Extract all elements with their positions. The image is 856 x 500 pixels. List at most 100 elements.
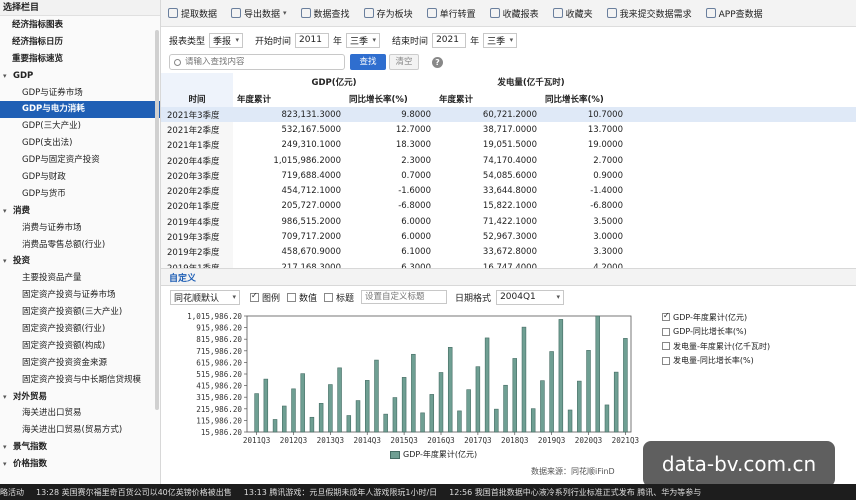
- values-checkbox[interactable]: [287, 292, 297, 302]
- sidebar-item[interactable]: 固定资产投资与证券市场: [0, 287, 160, 304]
- sidebar-item[interactable]: 固定资产投资与中长期信贷规模: [0, 372, 160, 389]
- values-toggle[interactable]: 数值: [287, 291, 317, 304]
- toolbar-button[interactable]: 单行转置: [420, 3, 483, 23]
- sidebar-category[interactable]: ▾ 景气指数: [0, 439, 160, 456]
- collapse-arrow-icon[interactable]: ▾: [3, 68, 13, 85]
- sidebar-item[interactable]: 海关进出口贸易(贸易方式): [0, 422, 160, 439]
- series-checkbox[interactable]: [662, 311, 670, 322]
- series-checkbox[interactable]: [662, 342, 670, 351]
- ticker-item[interactable]: 12:56 我国首批数据中心液冷系列行业标准正式发布 腾讯、华为等参与: [449, 487, 701, 498]
- search-button[interactable]: 查找: [350, 54, 386, 70]
- title-checkbox[interactable]: [324, 292, 334, 302]
- sidebar-category[interactable]: ▾ GDP: [0, 68, 160, 85]
- toolbar-button[interactable]: 导出数据 ▾: [224, 3, 294, 23]
- filter-bar: 报表类型 季报 ▾ 开始时间 2011 年 三季 ▾ 结束时间 2021 年 三季 ▾: [161, 28, 856, 52]
- toolbar-button[interactable]: 存为板块: [357, 3, 420, 23]
- column-header-gdp-yoy[interactable]: 同比增长率(%): [345, 90, 435, 107]
- sidebar-item[interactable]: GDP与货币: [0, 186, 160, 203]
- sidebar-item[interactable]: 固定资产投资资金来源: [0, 355, 160, 372]
- series-toggle[interactable]: 发电量-年度累计(亿千瓦时): [662, 339, 852, 354]
- column-header-gdp-cumulative[interactable]: 年度累计: [233, 90, 345, 107]
- series-toggle[interactable]: GDP-年度累计(亿元): [662, 310, 852, 325]
- sidebar-item[interactable]: 固定资产投资额(行业): [0, 321, 160, 338]
- table-row[interactable]: 2020年2季度 454,712.1000 -1.6000 33,644.8000 -1…: [161, 183, 856, 199]
- toolbar-button[interactable]: 提取数据: [161, 3, 224, 23]
- column-header-time[interactable]: 时间: [161, 90, 233, 107]
- table-row[interactable]: 2019年3季度 709,717.2000 6.0000 52,967.3000 3.0…: [161, 229, 856, 245]
- table-row[interactable]: 2020年3季度 719,688.4000 0.7000 54,085.6000 0.9…: [161, 168, 856, 184]
- column-header-power-yoy[interactable]: 同比增长率(%): [541, 90, 627, 107]
- sidebar-category[interactable]: ▾ 投资: [0, 253, 160, 270]
- sidebar-category[interactable]: ▾ 价格指数: [0, 456, 160, 473]
- collapse-arrow-icon[interactable]: ▾: [3, 439, 13, 456]
- table-row[interactable]: 2020年4季度 1,015,986.2000 2.3000 74,170.4000 2…: [161, 152, 856, 169]
- end-year-input[interactable]: 2021: [432, 32, 467, 48]
- date-format-select[interactable]: 2004Q1 ▾: [496, 289, 565, 305]
- ticker-item[interactable]: 13:28 英国赛尔福里奇百货公司以40亿英镑价格被出售: [36, 487, 232, 498]
- sidebar-item[interactable]: 固定资产投资额(构成): [0, 338, 160, 355]
- table-row[interactable]: 2019年4季度 986,515.2000 6.0000 71,422.1000 3.5…: [161, 214, 856, 230]
- legend-toggle[interactable]: 图例: [250, 291, 280, 304]
- table-cell: 38,717.0000: [482, 124, 537, 135]
- sidebar-item[interactable]: GDP与财政: [0, 169, 160, 186]
- sidebar-item[interactable]: 海关进出口贸易: [0, 405, 160, 422]
- series-checkbox[interactable]: [662, 356, 670, 365]
- sidebar-item[interactable]: 主要投资品产量: [0, 270, 160, 287]
- collapse-arrow-icon[interactable]: ▾: [3, 203, 13, 220]
- sidebar-item[interactable]: 消费与证券市场: [0, 220, 160, 237]
- legend-checkbox[interactable]: [250, 291, 259, 302]
- search-box[interactable]: [169, 54, 345, 70]
- sidebar-item[interactable]: GDP与电力消耗: [0, 101, 160, 119]
- series-toggle[interactable]: 发电量-同比增长率(%): [662, 354, 852, 369]
- bar: [567, 409, 573, 433]
- sidebar-item[interactable]: GDP(三大产业): [0, 118, 160, 135]
- table-row[interactable]: 2019年2季度 458,670.9000 6.1000 33,672.8000 3.3…: [161, 244, 856, 260]
- toolbar-button[interactable]: APP查数据: [699, 3, 770, 23]
- sidebar-item-label: 对外贸易: [13, 391, 48, 402]
- toolbar-button[interactable]: 我来提交数据需求: [600, 3, 699, 23]
- sidebar-category[interactable]: ▾ 消费: [0, 203, 160, 220]
- x-tick-label: 2017Q3: [464, 436, 491, 445]
- table-row[interactable]: 2019年1季度217,168.30006.300016,747.40004.2…: [161, 259, 856, 268]
- series-checkbox[interactable]: [662, 327, 670, 336]
- sidebar-item[interactable]: GDP与固定资产投资: [0, 152, 160, 169]
- report-type-select[interactable]: 季报 ▾: [209, 32, 244, 48]
- table-row[interactable]: 2021年1季度 249,310.1000 18.3000 19,051.5000 19…: [161, 137, 856, 153]
- sidebar-item[interactable]: 重要指标速览: [0, 51, 160, 68]
- sidebar-item-label: 主要投资品产量: [22, 273, 82, 284]
- table-row[interactable]: 2021年3季度 823,131.3000 9.8000 60,721.2000 10.…: [161, 107, 856, 123]
- start-quarter-select[interactable]: 三季 ▾: [346, 32, 381, 48]
- help-icon[interactable]: ?: [432, 57, 443, 68]
- title-toggle[interactable]: 标题: [324, 291, 354, 304]
- series-toggle[interactable]: GDP-同比增长率(%): [662, 325, 852, 340]
- chart-style-select[interactable]: 同花顺默认 ▾: [170, 289, 240, 305]
- toolbar-button[interactable]: 数据查找: [294, 3, 357, 23]
- sidebar-scrollbar[interactable]: [155, 30, 159, 410]
- sidebar-item[interactable]: 固定资产投资额(三大产业): [0, 304, 160, 321]
- collapse-arrow-icon[interactable]: ▾: [3, 389, 13, 406]
- sidebar-item[interactable]: GDP(支出法): [0, 135, 160, 152]
- ticker-item[interactable]: 略活动: [0, 487, 24, 498]
- sidebar-item[interactable]: 经济指标日历: [0, 34, 160, 51]
- tab-custom[interactable]: 自定义: [169, 271, 196, 284]
- sidebar-item[interactable]: GDP与证券市场: [0, 85, 160, 102]
- table-row[interactable]: 2021年2季度 532,167.5000 12.7000 38,717.0000 13…: [161, 122, 856, 138]
- clear-button[interactable]: 清空: [389, 54, 419, 70]
- table-row[interactable]: 2020年1季度 205,727.0000 -6.8000 15,822.1000 -6…: [161, 198, 856, 215]
- column-header-power-cumulative[interactable]: 年度累计: [435, 90, 541, 107]
- custom-title-input[interactable]: [361, 290, 448, 304]
- collapse-arrow-icon[interactable]: ▾: [3, 456, 13, 473]
- sidebar-item[interactable]: 消费品零售总额(行业): [0, 237, 160, 254]
- search-input[interactable]: [185, 57, 335, 67]
- bar: [392, 397, 398, 433]
- ticker-item[interactable]: 13:13 腾讯游戏：元旦假期未成年人游戏限玩1小时/日: [244, 487, 437, 498]
- sidebar-item[interactable]: 经济指标图表: [0, 17, 160, 34]
- sidebar-category[interactable]: ▾ 对外贸易: [0, 389, 160, 406]
- start-year-input[interactable]: 2011: [295, 32, 330, 48]
- table-cell: 0.9000: [541, 168, 627, 184]
- collapse-arrow-icon[interactable]: ▾: [3, 253, 13, 270]
- toolbar-button[interactable]: 收藏报表: [483, 3, 546, 23]
- table-cell: 458,670.9000: [281, 247, 341, 258]
- end-quarter-select[interactable]: 三季 ▾: [483, 32, 518, 48]
- toolbar-button[interactable]: 收藏夹: [546, 3, 600, 23]
